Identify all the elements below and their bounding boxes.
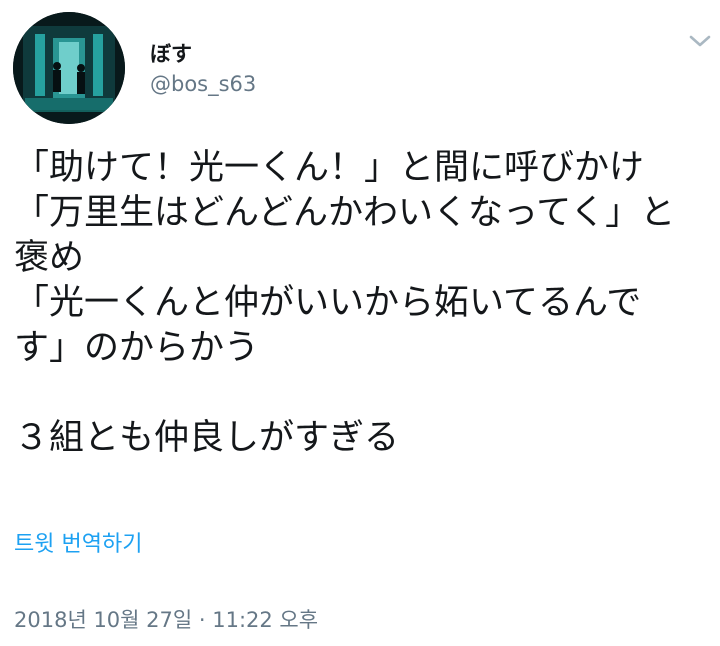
- display-name[interactable]: ぼす: [150, 38, 192, 68]
- tweet-line: す」のからかう: [14, 328, 260, 368]
- tweet-text: 「助けて！光一くん！」と間に呼びかけ 「万里生はどんどんかわいくなってく」と 褒…: [14, 146, 714, 461]
- tweet-line: 「助けて！光一くん！」と間に呼びかけ: [14, 148, 645, 188]
- tweet-menu-button[interactable]: [684, 28, 716, 54]
- tweet-line: 「光一くんと仲がいいから妬いてるんで: [14, 283, 642, 323]
- translate-tweet-link[interactable]: 트윗 번역하기: [14, 526, 142, 558]
- avatar-image: [13, 12, 125, 124]
- tweet-line: ３組とも仲良しがすぎる: [14, 418, 400, 458]
- avatar[interactable]: [13, 12, 125, 124]
- tweet-line: 「万里生はどんどんかわいくなってく」と: [14, 193, 676, 233]
- tweet-line: 褒め: [14, 238, 85, 278]
- chevron-down-icon: [689, 35, 711, 47]
- tweet-timestamp[interactable]: 2018년 10월 27일 · 11:22 오후: [14, 604, 318, 634]
- user-handle[interactable]: @bos_s63: [150, 72, 256, 96]
